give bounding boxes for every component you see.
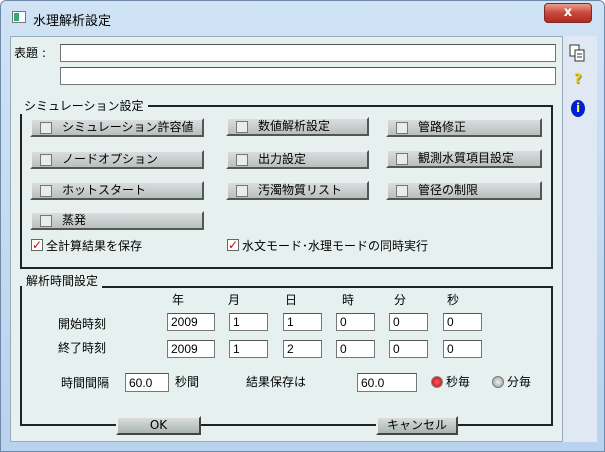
copy-icon[interactable] xyxy=(569,44,585,62)
unit-minute-label: 分毎 xyxy=(507,375,532,389)
start-year-input[interactable] xyxy=(167,313,215,331)
sim-button-output[interactable]: 出力設定 xyxy=(226,150,369,169)
save-interval-label: 結果保存は xyxy=(246,375,307,389)
unit-second-label: 秒毎 xyxy=(446,375,471,389)
end-day-input[interactable] xyxy=(283,340,322,358)
end-second-input[interactable] xyxy=(443,340,482,358)
sim-button-water-quality[interactable]: 観測水質項目設定 xyxy=(386,149,542,168)
sim-button-tolerance[interactable]: シミュレーション許容値 xyxy=(30,118,204,137)
header-month: 月 xyxy=(228,293,241,307)
end-minute-input[interactable] xyxy=(389,340,428,358)
header-second: 秒 xyxy=(447,293,460,307)
start-day-input[interactable] xyxy=(283,313,322,331)
end-hour-input[interactable] xyxy=(336,340,375,358)
help-icon[interactable]: ? xyxy=(574,72,582,87)
start-label: 開始時刻 xyxy=(58,317,107,331)
title-input-1[interactable] xyxy=(60,44,556,62)
sim-button-hotstart[interactable]: ホットスタート xyxy=(30,181,204,200)
time-group-label: 解析時間設定 xyxy=(22,272,103,289)
header-hour: 時 xyxy=(342,293,355,307)
start-month-input[interactable] xyxy=(229,313,268,331)
simultaneous-label: 水文モード･水理モードの同時実行 xyxy=(242,239,429,253)
start-second-input[interactable] xyxy=(443,313,482,331)
sim-button-evaporation[interactable]: 蒸発 xyxy=(30,211,204,230)
header-minute: 分 xyxy=(394,293,407,307)
end-label: 終了時刻 xyxy=(58,341,107,355)
window-title: 水理解析設定 xyxy=(33,14,112,29)
unit-second-radio[interactable] xyxy=(431,376,443,388)
simultaneous-checkbox[interactable]: ✓ xyxy=(227,239,239,251)
app-icon xyxy=(12,11,26,23)
interval-label: 時間間隔 xyxy=(61,376,110,390)
sim-button-diameter-limit[interactable]: 管径の制限 xyxy=(386,181,542,200)
start-hour-input[interactable] xyxy=(336,313,375,331)
ok-button[interactable]: OK xyxy=(116,416,201,435)
end-month-input[interactable] xyxy=(229,340,268,358)
title-input-2[interactable] xyxy=(60,67,556,85)
sim-button-node-option[interactable]: ノードオプション xyxy=(30,150,204,169)
side-toolbar: ? i xyxy=(563,36,597,442)
interval-input[interactable] xyxy=(125,373,169,392)
title-label: 表題 : xyxy=(14,46,46,60)
save-all-label: 全計算結果を保存 xyxy=(46,239,143,253)
close-button[interactable]: x xyxy=(544,3,592,23)
start-minute-input[interactable] xyxy=(389,313,428,331)
unit-minute-radio[interactable] xyxy=(492,376,504,388)
cancel-button[interactable]: キャンセル xyxy=(376,416,458,435)
sim-button-pipe-fix[interactable]: 管路修正 xyxy=(386,118,542,137)
save-interval-input[interactable] xyxy=(357,373,417,392)
simulation-group-label: シミュレーション設定 xyxy=(20,97,148,114)
sim-button-pollutants[interactable]: 汚濁物質リスト xyxy=(226,181,369,200)
info-icon[interactable]: i xyxy=(571,100,585,117)
header-year: 年 xyxy=(172,293,185,307)
save-all-checkbox[interactable]: ✓ xyxy=(31,239,43,251)
interval-unit-label: 秒間 xyxy=(175,375,200,389)
sim-button-numerical[interactable]: 数値解析設定 xyxy=(226,117,369,136)
end-year-input[interactable] xyxy=(167,340,215,358)
header-day: 日 xyxy=(285,293,298,307)
